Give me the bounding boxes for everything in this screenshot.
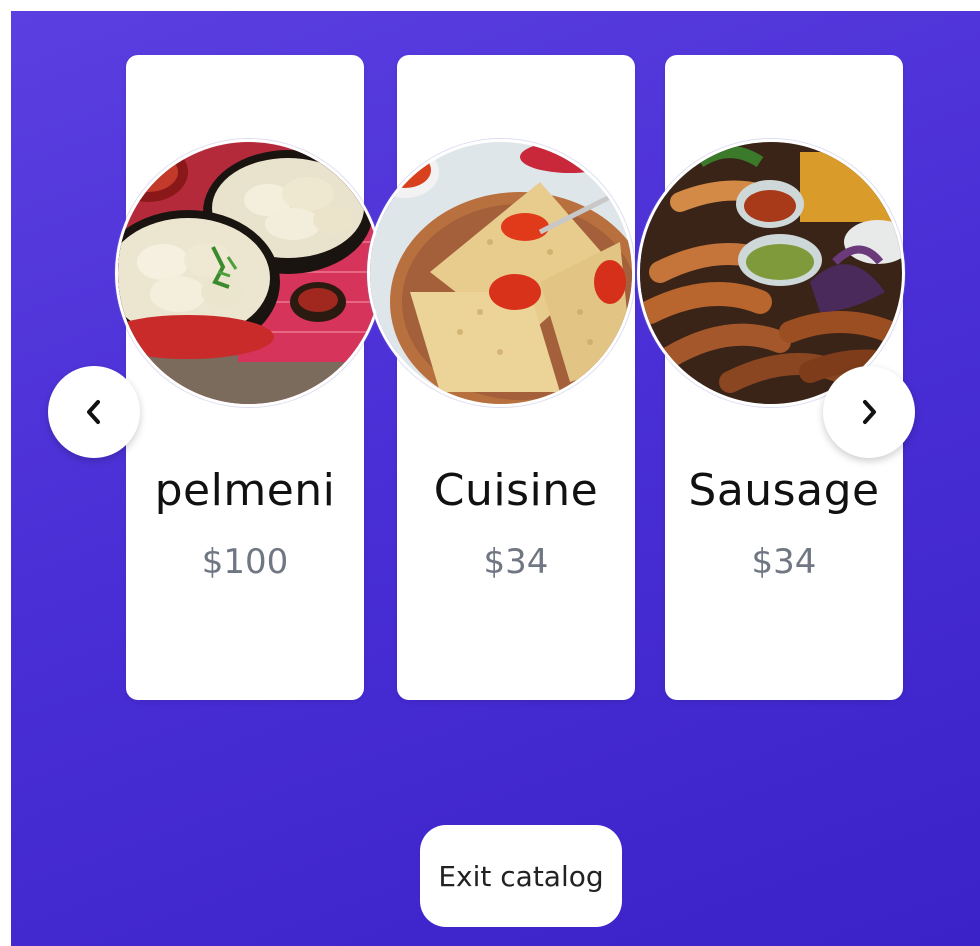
catalog-stage: pelmeni $100 Cuisine $34 Sausage $34 Exi… <box>11 11 980 946</box>
product-price: $34 <box>751 542 817 582</box>
pancakes-with-caviar-photo <box>367 139 635 407</box>
product-name: Cuisine <box>433 465 599 516</box>
pelmeni-dumplings-photo <box>115 139 383 407</box>
product-price: $34 <box>483 542 549 582</box>
exit-catalog-button[interactable]: Exit catalog <box>420 825 622 927</box>
chevron-left-icon <box>87 400 100 424</box>
chevron-right-icon <box>863 400 876 424</box>
product-name: Sausage <box>688 465 880 516</box>
product-price: $100 <box>201 542 289 582</box>
product-name: pelmeni <box>154 465 336 516</box>
carousel-next-button[interactable] <box>823 366 915 458</box>
carousel-prev-button[interactable] <box>48 366 140 458</box>
